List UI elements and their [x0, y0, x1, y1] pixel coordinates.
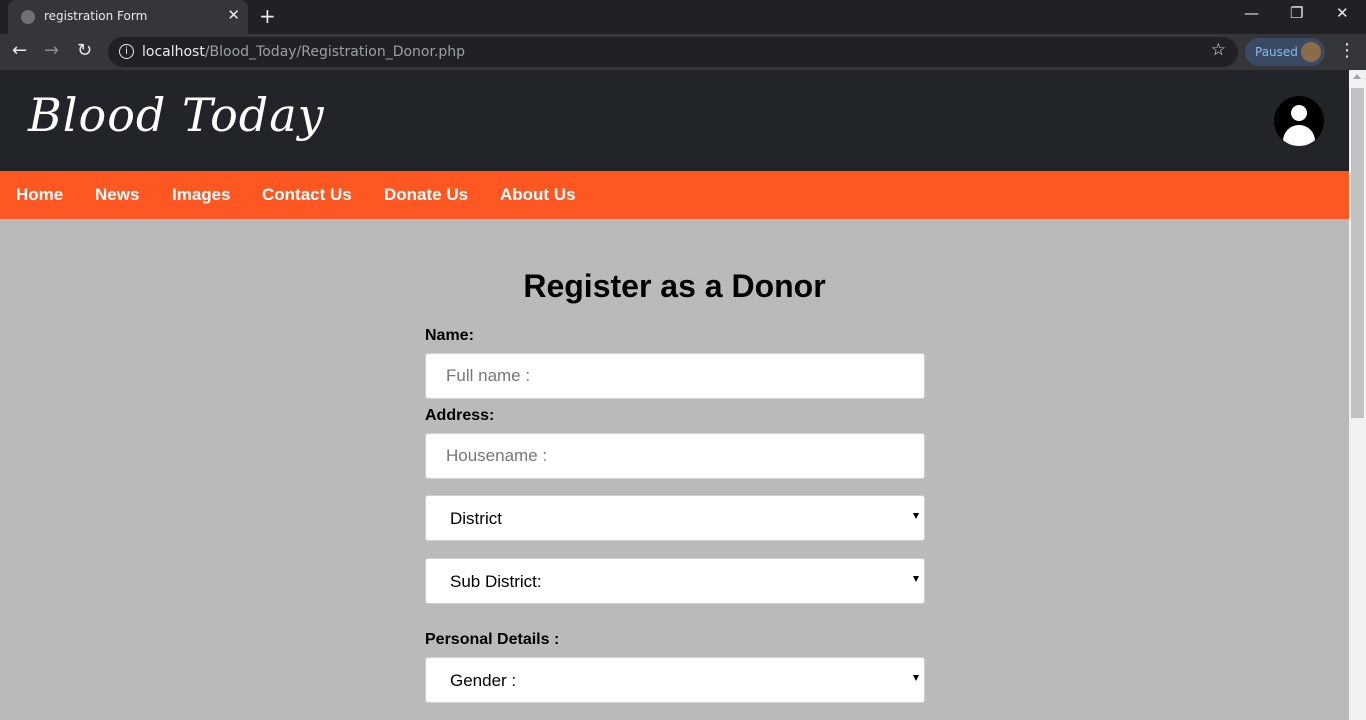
scroll-thumb[interactable]: [1351, 88, 1364, 418]
reload-icon[interactable]: ↻: [77, 40, 92, 61]
page-scrollbar[interactable]: [1349, 70, 1366, 720]
page-viewport: Blood Today Home News Images Contact Us …: [0, 70, 1349, 720]
new-tab-icon[interactable]: +: [259, 4, 276, 28]
nav-donate[interactable]: Donate Us: [384, 185, 468, 205]
district-value: District: [450, 509, 502, 528]
browser-tab[interactable]: registration Form ✕: [8, 0, 248, 34]
dropdown-arrow-icon: [913, 513, 919, 519]
subdistrict-value: Sub District:: [450, 572, 542, 591]
dropdown-arrow-icon: [913, 675, 919, 681]
url-text[interactable]: localhost/Blood_Today/Registration_Donor…: [142, 44, 465, 60]
nav-news[interactable]: News: [95, 185, 139, 205]
personal-details-label: Personal Details :: [425, 631, 560, 648]
profile-button[interactable]: Paused: [1245, 38, 1325, 66]
minimize-icon[interactable]: —: [1244, 4, 1259, 22]
nav-home[interactable]: Home: [16, 185, 63, 205]
address-label: Address:: [425, 407, 495, 424]
nav-images[interactable]: Images: [172, 185, 231, 205]
user-avatar-icon[interactable]: [1274, 96, 1324, 146]
scroll-up-icon[interactable]: [1353, 74, 1361, 79]
profile-avatar: [1301, 42, 1321, 62]
nav-about[interactable]: About Us: [500, 185, 576, 205]
tab-title: registration Form: [44, 9, 148, 23]
dropdown-arrow-icon: [913, 576, 919, 582]
gender-value: Gender :: [450, 671, 517, 690]
site-logo[interactable]: Blood Today: [28, 88, 325, 142]
address-bar[interactable]: i localhost/Blood_Today/Registration_Don…: [108, 37, 1238, 67]
close-tab-icon[interactable]: ✕: [227, 6, 240, 24]
back-icon[interactable]: ←: [12, 40, 27, 61]
forward-icon[interactable]: →: [44, 40, 59, 61]
window-close-icon[interactable]: ✕: [1336, 4, 1349, 22]
nav-contact[interactable]: Contact Us: [262, 185, 352, 205]
profile-status: Paused: [1255, 45, 1298, 59]
name-label: Name:: [425, 327, 474, 344]
gender-select[interactable]: Gender :: [425, 657, 925, 703]
main-nav: Home News Images Contact Us Donate Us Ab…: [0, 171, 1349, 219]
restore-icon[interactable]: ❐: [1290, 4, 1303, 22]
site-header: Blood Today: [0, 70, 1349, 171]
page-title: Register as a Donor: [523, 268, 826, 304]
kebab-menu-icon[interactable]: ⋮: [1338, 40, 1356, 61]
housename-input[interactable]: [425, 433, 925, 479]
browser-toolbar: ← → ↻ i localhost/Blood_Today/Registrati…: [0, 34, 1366, 70]
globe-icon: [21, 10, 35, 24]
browser-tabstrip: registration Form ✕ + — ❐ ✕: [0, 0, 1366, 34]
bookmark-star-icon[interactable]: ☆: [1211, 40, 1226, 60]
full-name-input[interactable]: [425, 353, 925, 399]
info-icon[interactable]: i: [119, 44, 134, 59]
district-select[interactable]: District: [425, 495, 925, 541]
subdistrict-select[interactable]: Sub District:: [425, 558, 925, 604]
